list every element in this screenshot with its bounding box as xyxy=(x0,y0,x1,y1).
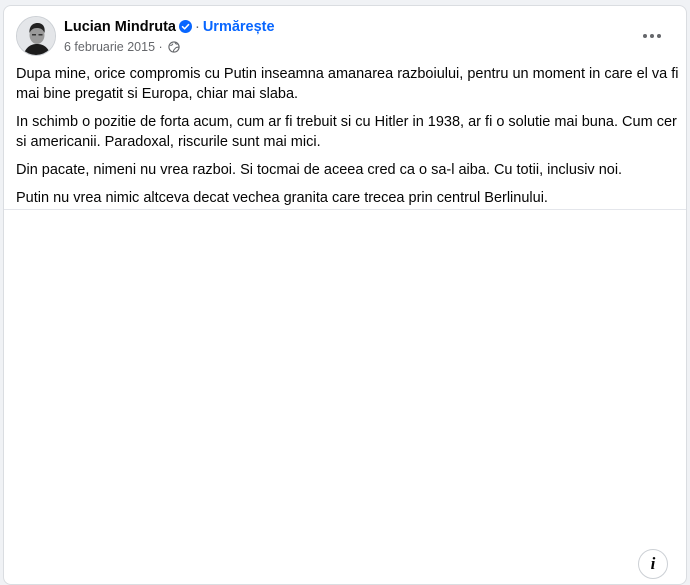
post-card: Lucian Mindruta · Urmărește 6 februarie 20… xyxy=(3,5,687,585)
avatar[interactable] xyxy=(16,16,56,56)
separator-dot: · xyxy=(194,19,200,35)
post-date[interactable]: 6 februarie 2015 xyxy=(64,40,155,54)
post-paragraph: Din pacate, nimeni nu vrea razboi. Si to… xyxy=(16,162,623,178)
author-line: Lucian Mindruta · Urmărește xyxy=(64,18,275,38)
more-options-icon[interactable] xyxy=(638,24,666,48)
post-body: Dupa mine, orice compromis cu Putin inse… xyxy=(16,64,680,216)
verified-badge-icon xyxy=(178,20,192,38)
follow-button[interactable]: Urmărește xyxy=(203,19,275,35)
info-icon[interactable]: i xyxy=(638,549,668,579)
post-paragraph: Putin nu vrea nimic altceva decat vechea… xyxy=(16,190,548,206)
post-paragraph: In schimb o pozitie de forta acum, cum a… xyxy=(16,114,677,150)
author-name[interactable]: Lucian Mindruta xyxy=(64,19,176,35)
post-meta: 6 februarie 2015 · xyxy=(64,39,180,57)
avatar-image xyxy=(17,17,55,55)
divider xyxy=(4,209,686,210)
post-header: Lucian Mindruta · Urmărește 6 februarie 20… xyxy=(16,16,674,58)
meta-separator: · xyxy=(158,40,163,54)
globe-icon[interactable] xyxy=(168,41,180,57)
post-paragraph: Dupa mine, orice compromis cu Putin inse… xyxy=(16,66,679,102)
